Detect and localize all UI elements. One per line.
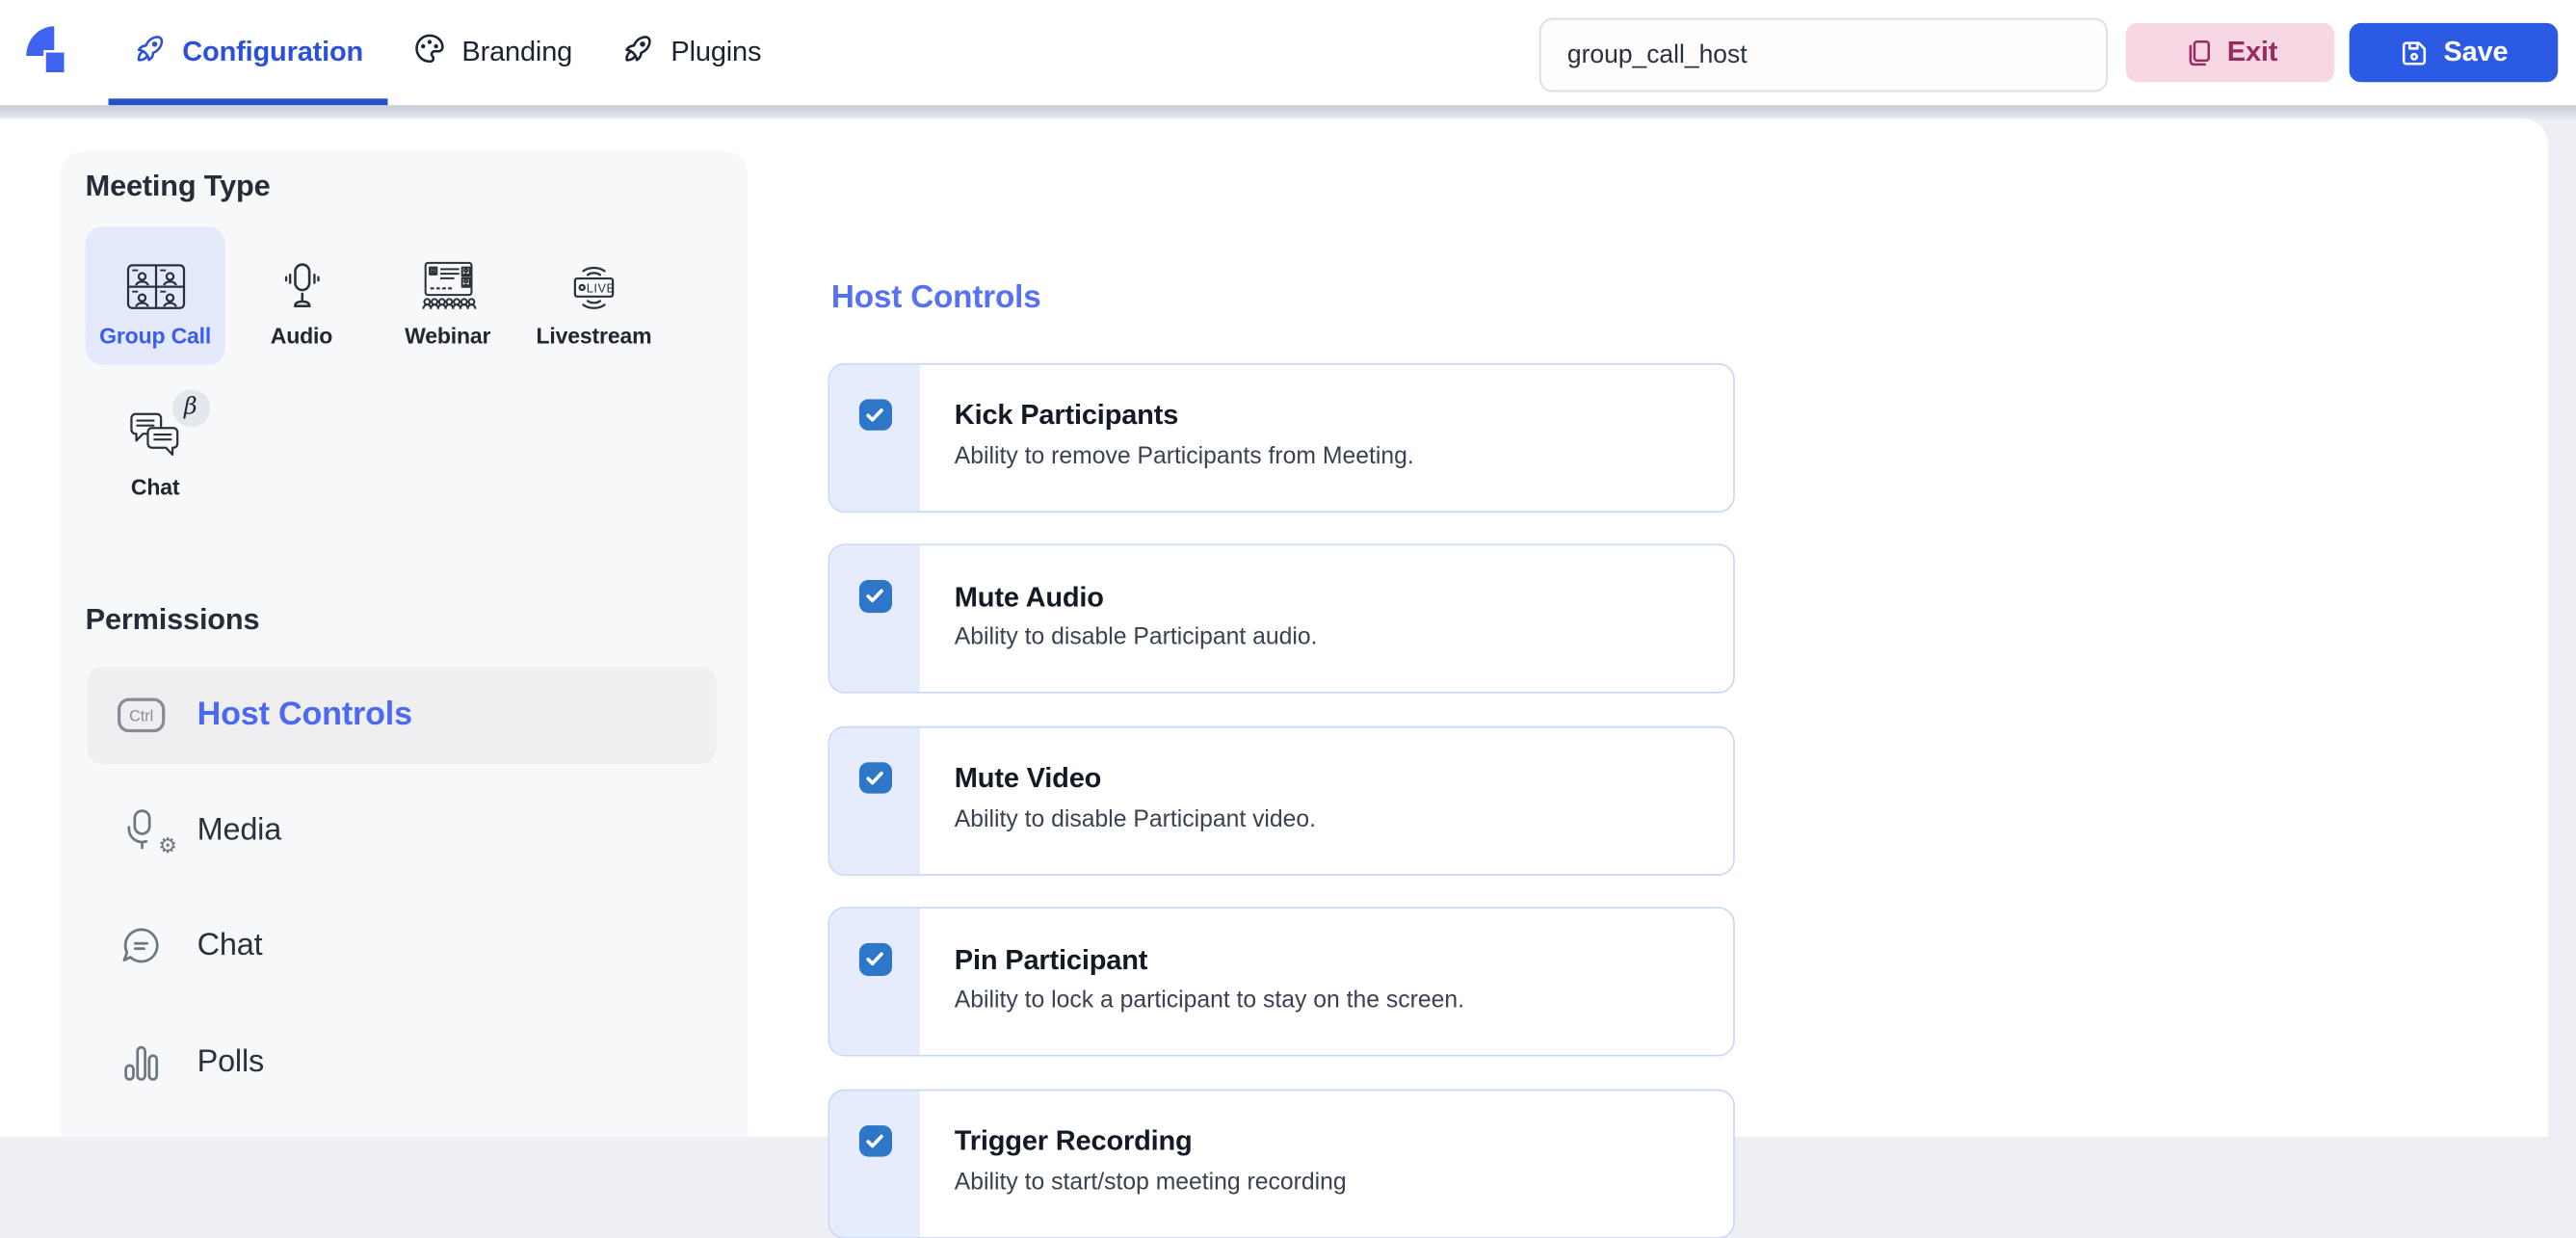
card-accent-strip bbox=[829, 363, 920, 511]
permissions-item-label: Host Controls bbox=[197, 696, 412, 732]
card-text: Mute Video Ability to disable Participan… bbox=[955, 762, 1710, 831]
permissions-item-polls[interactable]: Polls bbox=[87, 1014, 716, 1111]
card-description: Ability to remove Participants from Meet… bbox=[954, 442, 1414, 469]
chat-bubbles-icon: β bbox=[127, 388, 210, 461]
meeting-type-label: Livestream bbox=[536, 323, 652, 348]
tab-branding[interactable]: Branding bbox=[388, 0, 597, 105]
floppy-icon bbox=[2399, 37, 2430, 67]
permissions-item-media[interactable]: ⚙ Media bbox=[87, 782, 716, 880]
pin-participant-checkbox[interactable] bbox=[858, 942, 892, 976]
chat-bubble-icon bbox=[117, 925, 166, 967]
meeting-type-livestream[interactable]: LIVE Livestream bbox=[524, 225, 664, 363]
meeting-type-audio[interactable]: Audio bbox=[231, 225, 371, 363]
card-accent-strip bbox=[829, 726, 920, 874]
card-accent-strip bbox=[829, 545, 920, 692]
rocket-icon bbox=[133, 31, 168, 73]
page-icon bbox=[2183, 37, 2214, 67]
permissions-item-label: Polls bbox=[197, 1043, 265, 1079]
kick-participants-checkbox[interactable] bbox=[858, 398, 892, 431]
card-title: Mute Audio bbox=[954, 580, 1104, 613]
meeting-type-title: Meeting Type bbox=[85, 168, 271, 201]
card-title: Pin Participant bbox=[954, 943, 1148, 976]
card-text: Kick Participants Ability to remove Part… bbox=[955, 399, 1710, 468]
permissions-item-chat[interactable]: Chat bbox=[87, 898, 716, 995]
app-window: Configuration Branding Plugins group_cal… bbox=[0, 0, 2576, 1238]
meeting-type-label: Group Call bbox=[99, 323, 212, 348]
tab-plugins[interactable]: Plugins bbox=[597, 0, 786, 105]
svg-text:LIVE: LIVE bbox=[587, 280, 616, 295]
mute-audio-checkbox[interactable] bbox=[858, 579, 892, 613]
permissions-item-label: Chat bbox=[197, 928, 263, 963]
logo-square bbox=[45, 52, 65, 72]
card-description: Ability to disable Participant video. bbox=[954, 805, 1317, 832]
nav-tabs: Configuration Branding Plugins bbox=[108, 0, 786, 106]
permissions-item-host-controls[interactable]: Ctrl Host Controls bbox=[87, 666, 717, 764]
webinar-icon bbox=[415, 248, 481, 310]
audio-mic-icon bbox=[280, 248, 323, 310]
permission-card-trigger-recording: Trigger Recording Ability to start/stop … bbox=[828, 1088, 1735, 1238]
tab-label: Branding bbox=[461, 36, 573, 67]
svg-text:Ctrl: Ctrl bbox=[129, 707, 153, 724]
rocket-icon bbox=[621, 31, 656, 73]
permission-card-mute-video: Mute Video Ability to disable Participan… bbox=[828, 724, 1735, 876]
meeting-type-options: Group Call Audio Webinar LIVE Livestream… bbox=[85, 225, 664, 514]
card-title: Mute Video bbox=[954, 762, 1102, 794]
group-call-icon bbox=[125, 248, 185, 310]
save-button-label: Save bbox=[2443, 36, 2509, 67]
permission-cards: Kick Participants Ability to remove Part… bbox=[828, 362, 1735, 1238]
media-mic-gear-icon: ⚙ bbox=[117, 808, 177, 857]
brand-logo[interactable] bbox=[26, 25, 95, 81]
save-button[interactable]: Save bbox=[2349, 22, 2559, 83]
card-accent-strip bbox=[829, 1090, 920, 1237]
card-description: Ability to lock a participant to stay on… bbox=[954, 987, 1465, 1014]
ctrl-key-icon: Ctrl bbox=[117, 696, 166, 733]
palette-icon bbox=[412, 31, 447, 73]
card-text: Pin Participant Ability to lock a partic… bbox=[955, 944, 1710, 1014]
preset-name-input[interactable] bbox=[1538, 17, 2108, 92]
meeting-type-webinar[interactable]: Webinar bbox=[378, 225, 517, 363]
permissions-title: Permissions bbox=[85, 602, 260, 636]
card-accent-strip bbox=[829, 909, 920, 1055]
livestream-icon: LIVE bbox=[564, 248, 624, 310]
meeting-type-label: Chat bbox=[130, 473, 180, 499]
tab-label: Plugins bbox=[670, 36, 762, 67]
trigger-recording-checkbox[interactable] bbox=[858, 1124, 892, 1157]
meeting-type-chat[interactable]: β Chat bbox=[86, 377, 225, 514]
card-description: Ability to start/stop meeting recording bbox=[954, 1169, 1347, 1196]
tab-configuration[interactable]: Configuration bbox=[108, 0, 388, 106]
permission-card-mute-audio: Mute Audio Ability to disable Participan… bbox=[828, 543, 1735, 694]
meeting-type-label: Webinar bbox=[405, 323, 491, 348]
card-text: Trigger Recording Ability to start/stop … bbox=[955, 1125, 1710, 1195]
beta-badge: β bbox=[171, 388, 210, 427]
page-title: Host Controls bbox=[830, 278, 1041, 315]
navbar-shadow bbox=[0, 105, 2576, 122]
logo-quarter-circle bbox=[26, 26, 55, 56]
permission-card-pin-participant: Pin Participant Ability to lock a partic… bbox=[828, 907, 1735, 1057]
polls-bars-icon bbox=[117, 1040, 166, 1083]
card-title: Kick Participants bbox=[954, 399, 1179, 431]
exit-button[interactable]: Exit bbox=[2125, 22, 2335, 83]
sidebar: Meeting Type Group Call Audio Webinar LI… bbox=[61, 150, 748, 1138]
tab-label: Configuration bbox=[182, 36, 364, 67]
gear-icon: ⚙ bbox=[158, 832, 178, 858]
exit-button-label: Exit bbox=[2226, 36, 2278, 67]
permissions-nav: Ctrl Host Controls ⚙ Media Chat Polls bbox=[87, 666, 717, 1111]
mute-video-checkbox[interactable] bbox=[858, 761, 892, 794]
meeting-type-label: Audio bbox=[270, 323, 333, 348]
card-text: Mute Audio Ability to disable Participan… bbox=[955, 581, 1710, 650]
top-navbar: Configuration Branding Plugins group_cal… bbox=[0, 0, 2576, 106]
card-description: Ability to disable Participant audio. bbox=[954, 624, 1318, 651]
content-panel: Meeting Type Group Call Audio Webinar LI… bbox=[0, 117, 2549, 1238]
card-title: Trigger Recording bbox=[954, 1125, 1193, 1157]
meeting-type-group-call[interactable]: Group Call bbox=[85, 225, 225, 364]
permission-card-kick-participants: Kick Participants Ability to remove Part… bbox=[828, 362, 1735, 513]
permissions-item-label: Media bbox=[197, 812, 282, 848]
